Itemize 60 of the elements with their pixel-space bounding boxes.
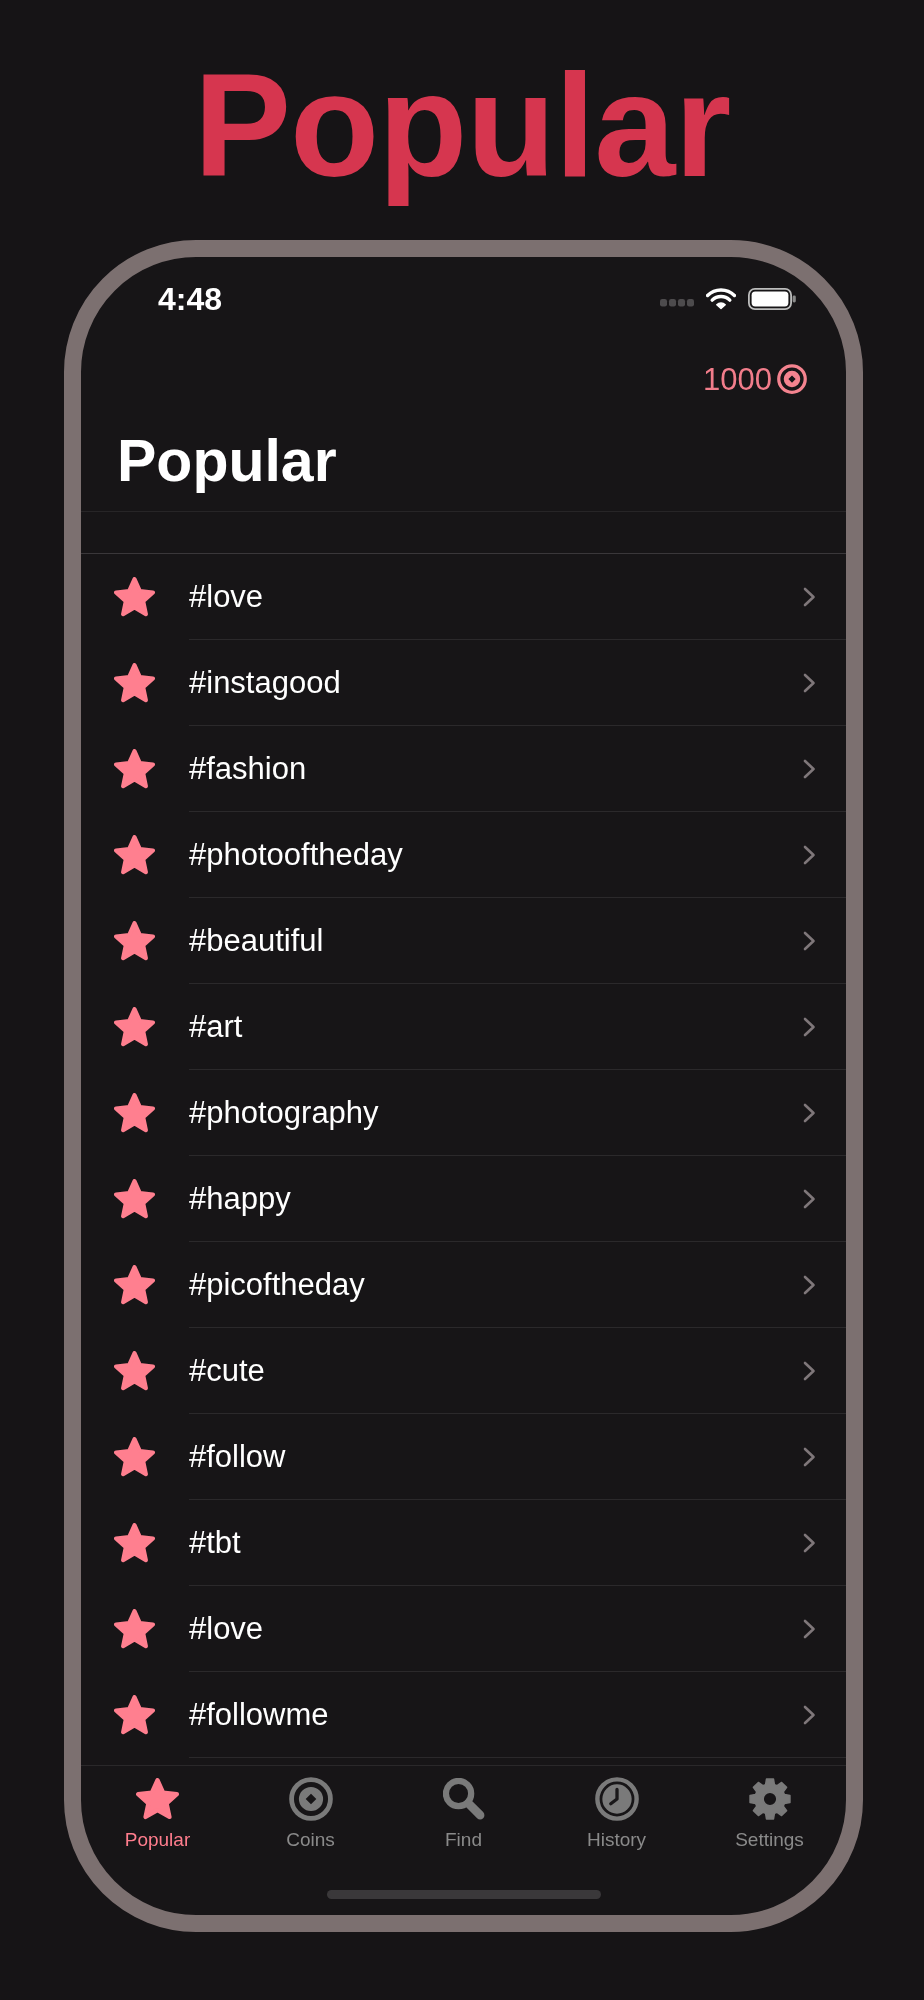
chevron-icon [803,1102,816,1123]
tab-button[interactable]: Settings [693,1777,846,1851]
star-icon [114,1695,155,1735]
hashtag-item[interactable]: #love [189,577,264,616]
coin-icon [288,1777,333,1821]
tab-button[interactable]: Find [387,1777,540,1851]
star-icon [114,663,155,703]
star-icon [114,1265,155,1305]
star-icon [114,1007,155,1047]
balance-button[interactable]: 1000 [703,363,807,395]
hashtag-item[interactable]: #tbt [189,1523,241,1562]
wifi-icon [706,288,736,310]
star-icon [114,1523,155,1563]
star-icon [114,835,155,875]
hashtag-item[interactable]: #fashion [189,749,307,788]
chevron-icon [803,672,816,693]
chevron-icon [803,1618,816,1639]
hashtag-item[interactable]: #love [189,1609,264,1648]
star-icon [114,1093,155,1133]
tab-button[interactable]: Popular [81,1777,234,1851]
chevron-icon [803,1016,816,1037]
star-icon [114,921,155,961]
chevron-icon [803,1188,816,1209]
hashtag-item[interactable]: #instagood [189,663,341,702]
hashtag-item[interactable]: #picoftheday [189,1265,365,1304]
page-heading: Popular [192,43,732,209]
hashtag-item[interactable]: #followme [189,1695,329,1734]
chevron-icon [803,844,816,865]
chevron-icon [803,1704,816,1725]
chevron-icon [803,1532,816,1553]
star-icon [114,577,155,617]
hashtag-item[interactable]: #photooftheday [189,835,403,874]
chevron-icon [803,1360,816,1381]
chevron-icon [803,1446,816,1467]
status-time: 4:48 [158,283,223,315]
hashtag-item[interactable]: #photography [189,1093,379,1132]
nav-title: Popular [117,427,337,496]
chevron-icon [803,758,816,779]
star-icon [114,1351,155,1391]
star-icon [114,749,155,789]
settings-icon [748,1778,791,1820]
star-icon [114,1437,155,1477]
battery-icon [748,288,796,310]
clock-icon [594,1777,639,1821]
hashtag-item[interactable]: #follow [189,1437,286,1476]
tab-button[interactable]: History [540,1777,693,1851]
hashtag-item[interactable]: #happy [189,1179,291,1218]
hashtag-item[interactable]: #cute [189,1351,265,1390]
hashtag-item[interactable]: #beautiful [189,921,324,960]
coin-icon [777,364,807,394]
chevron-icon [803,1274,816,1295]
hashtag-item[interactable]: #art [189,1007,243,1046]
search-icon [442,1778,485,1820]
chevron-icon [803,930,816,951]
chevron-icon [803,586,816,607]
tab-button[interactable]: Coins [234,1777,387,1851]
signal-dots-icon [660,299,694,307]
star-icon [114,1609,155,1649]
star-icon [114,1179,155,1219]
star-icon [136,1778,179,1820]
